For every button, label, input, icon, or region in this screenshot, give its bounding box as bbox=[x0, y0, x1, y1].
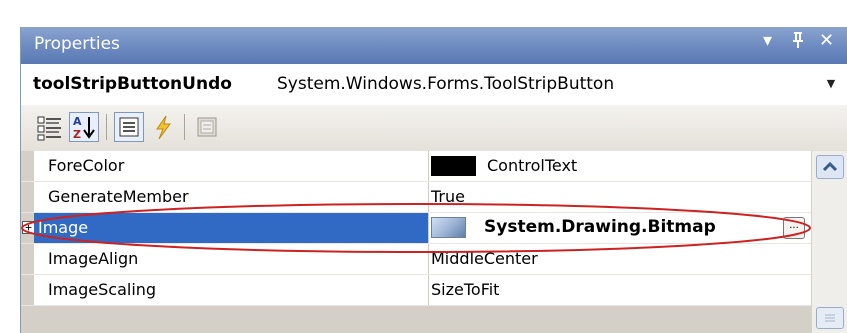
property-value-cell[interactable]: MiddleCenter bbox=[429, 244, 811, 274]
window-dropdown-button[interactable]: ▾ bbox=[763, 30, 772, 51]
property-value-cell[interactable]: SizeToFit bbox=[429, 275, 811, 305]
property-value-cell[interactable]: ControlText bbox=[429, 151, 811, 181]
row-margin bbox=[21, 151, 34, 181]
property-name-cell[interactable]: GenerateMember bbox=[34, 182, 429, 212]
property-value: True bbox=[431, 187, 465, 206]
property-value: System.Drawing.Bitmap bbox=[484, 217, 716, 237]
panel-title: Properties bbox=[34, 34, 120, 54]
row-margin: + bbox=[21, 213, 35, 243]
property-name: ImageAlign bbox=[48, 249, 139, 268]
ellipsis-button[interactable]: ... bbox=[783, 217, 805, 239]
toolbar-separator bbox=[106, 114, 107, 140]
property-name-cell[interactable]: ForeColor bbox=[34, 151, 429, 181]
object-selector[interactable]: toolStripButtonUndo System.Windows.Forms… bbox=[21, 64, 847, 106]
categorized-button[interactable] bbox=[35, 112, 65, 142]
scroll-thumb[interactable] bbox=[816, 307, 844, 329]
close-button[interactable]: ✕ bbox=[819, 30, 834, 51]
property-pages-icon bbox=[197, 117, 217, 137]
property-value-cell[interactable]: True bbox=[429, 182, 811, 212]
property-name: ForeColor bbox=[48, 156, 125, 175]
chevron-up-icon bbox=[822, 161, 838, 172]
object-name: toolStripButtonUndo bbox=[33, 74, 232, 94]
property-name: GenerateMember bbox=[48, 187, 189, 206]
row-margin bbox=[21, 244, 34, 274]
property-row-generatemember[interactable]: GenerateMember True bbox=[21, 182, 811, 213]
property-pages-button[interactable] bbox=[192, 112, 222, 142]
toolbar-separator bbox=[184, 114, 185, 140]
alphabetical-button[interactable]: A Z bbox=[69, 112, 99, 142]
svg-text:A: A bbox=[73, 115, 82, 128]
properties-button[interactable] bbox=[114, 112, 144, 142]
row-margin bbox=[21, 275, 34, 305]
pin-icon bbox=[793, 32, 803, 48]
property-name: Image bbox=[38, 218, 89, 237]
property-row-imagealign[interactable]: ImageAlign MiddleCenter bbox=[21, 244, 811, 275]
alphabetical-sort-icon: A Z bbox=[73, 115, 95, 141]
chevron-down-icon[interactable]: ▼ bbox=[819, 72, 843, 96]
property-grid: ForeColor ControlText GenerateMember Tru… bbox=[21, 151, 811, 333]
property-name-cell[interactable]: ImageScaling bbox=[34, 275, 429, 305]
svg-text:Z: Z bbox=[73, 128, 81, 141]
scroll-up-button[interactable] bbox=[816, 155, 844, 179]
property-value: ControlText bbox=[487, 156, 578, 175]
vertical-scrollbar[interactable] bbox=[811, 151, 847, 333]
categorized-icon bbox=[37, 116, 61, 141]
property-row-image[interactable]: + Image System.Drawing.Bitmap ... bbox=[21, 213, 811, 244]
properties-page-icon bbox=[119, 117, 139, 137]
properties-panel: Properties ▾ ✕ toolStripButtonUndo Syste… bbox=[20, 27, 847, 333]
row-margin bbox=[21, 182, 34, 212]
grip-icon bbox=[825, 314, 835, 322]
properties-toolbar: A Z bbox=[21, 105, 847, 152]
property-row-imagescaling[interactable]: ImageScaling SizeToFit bbox=[21, 275, 811, 306]
property-name-cell[interactable]: Image bbox=[34, 213, 429, 243]
property-value-cell[interactable]: System.Drawing.Bitmap ... bbox=[429, 213, 811, 243]
events-button[interactable] bbox=[148, 112, 178, 142]
property-value: SizeToFit bbox=[431, 280, 500, 299]
pin-button[interactable] bbox=[791, 30, 805, 55]
property-name: ImageScaling bbox=[48, 280, 157, 299]
title-bar: Properties ▾ ✕ bbox=[21, 27, 847, 64]
color-swatch bbox=[431, 156, 476, 176]
property-name-cell[interactable]: ImageAlign bbox=[34, 244, 429, 274]
property-value: MiddleCenter bbox=[431, 249, 538, 268]
object-type: System.Windows.Forms.ToolStripButton bbox=[277, 74, 615, 94]
events-lightning-icon bbox=[156, 115, 171, 140]
property-row-forecolor[interactable]: ForeColor ControlText bbox=[21, 151, 811, 182]
image-thumbnail-icon bbox=[431, 217, 466, 238]
